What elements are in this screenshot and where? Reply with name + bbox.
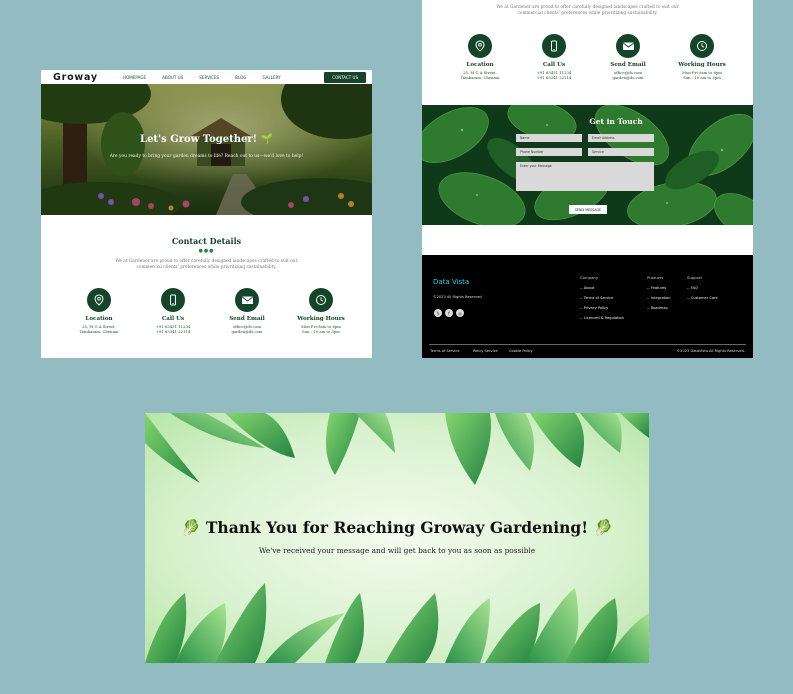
footer-link[interactable]: -- Privacy Policy (580, 306, 624, 310)
phone-icon (161, 288, 185, 312)
feature-email: Send Email office@ds.com garden@ds.com (594, 34, 662, 80)
footer-link[interactable]: -- Integration (647, 296, 671, 300)
contact-description: We at Gardener are proud to offer carefu… (496, 5, 679, 16)
top-nav: Groway HOMEPAGE ABOUT US SERVICES BLOG G… (41, 70, 372, 84)
nav-link-services[interactable]: SERVICES (199, 75, 219, 80)
contact-details-title: Contact Details (171, 236, 242, 246)
feature-line: Tambaram, Chennai (460, 75, 500, 80)
footer-col-heading: Support (687, 275, 703, 280)
nav-links: HOMEPAGE ABOUT US SERVICES BLOG GALLERY (123, 75, 324, 80)
feature-title: Location (85, 316, 113, 322)
feature-title: Call Us (161, 316, 185, 322)
feature-hours: Working Hours Mon-Fri:9am to 6pm Sun : 1… (668, 34, 736, 80)
feature-location: Location 25, M G A Street, Tambaram, Che… (446, 34, 514, 80)
nav-link-gallery[interactable]: GALLERY (262, 75, 280, 80)
email-field[interactable]: Email Address (588, 134, 654, 142)
contact-features: Location 25, M G A Street, Tambaram, Che… (65, 288, 355, 334)
phone-icon (542, 34, 566, 58)
feature-title: Working Hours (297, 316, 345, 322)
footer-col-heading: Products (647, 275, 664, 280)
feature-call: Call Us +91 65431 11234 +91 65341 22114 (520, 34, 588, 80)
contact-features: Location 25, M G A Street, Tambaram, Che… (446, 34, 736, 80)
footer-divider (429, 344, 746, 345)
phone-field[interactable]: Phone Number (516, 148, 582, 156)
thank-you-subtitle: We've received your message and will get… (258, 546, 536, 555)
clock-icon (309, 288, 333, 312)
watercolor-leaves-background (145, 413, 649, 663)
thank-you-title: 🥬 Thank You for Reaching Groway Gardenin… (181, 518, 613, 537)
feature-title: Send Email (610, 62, 646, 68)
location-pin-icon (468, 34, 492, 58)
feature-title: Send Email (229, 316, 265, 322)
contact-page-preview: Groway HOMEPAGE ABOUT US SERVICES BLOG G… (41, 70, 372, 358)
contact-description: We at Gardener are proud to offer carefu… (115, 259, 298, 270)
facebook-icon[interactable]: f (445, 309, 453, 317)
footer-col-company: Company -- About -- Terms of Service -- … (580, 275, 624, 326)
hero-title: Let's Grow Together! 🌱 (140, 134, 273, 145)
footer-col-products: Products -- Features -- Integration -- R… (647, 275, 671, 316)
location-pin-icon (87, 288, 111, 312)
form-page-preview: We at Gardener are proud to offer carefu… (422, 0, 753, 358)
footer-link[interactable]: -- FAQ (687, 286, 718, 290)
feature-line: +91 65341 22114 (155, 329, 191, 334)
footer: Data Vista ©2023 All Rights Reserved 𝕏 f… (422, 255, 753, 358)
divider-dots: ●●● (198, 248, 215, 254)
feature-title: Call Us (542, 62, 566, 68)
instagram-icon[interactable]: ◎ (456, 309, 464, 317)
get-in-touch-title: Get in Touch (589, 117, 643, 126)
footer-link[interactable]: -- About (580, 286, 624, 290)
footer-terms-link[interactable]: Terms of Service (430, 349, 460, 353)
footer-link[interactable]: -- Customer Care (687, 296, 718, 300)
footer-link[interactable]: -- Terms of Service (580, 296, 624, 300)
email-icon (235, 288, 259, 312)
feature-email: Send Email office@ds.com garden@ds.com (213, 288, 281, 334)
service-field[interactable]: Service (588, 148, 654, 156)
brand-logo[interactable]: Groway (53, 72, 123, 83)
nav-link-blog[interactable]: BLOG (235, 75, 246, 80)
clock-icon (690, 34, 714, 58)
feature-line: +91 65341 22114 (536, 75, 572, 80)
feature-line: Sun : 10 am to 3pm (683, 75, 721, 80)
nav-link-homepage[interactable]: HOMEPAGE (123, 75, 146, 80)
feature-line: Tambaram, Chennai (79, 329, 119, 334)
feature-line: Sun : 10 am to 3pm (302, 329, 340, 334)
feature-hours: Working Hours Mon-Fri:9am to 6pm Sun : 1… (287, 288, 355, 334)
footer-link[interactable]: -- Licenced & Regulation (580, 316, 624, 320)
footer-cookie-link[interactable]: Cookie Policy (509, 349, 533, 353)
footer-policy-link[interactable]: Policy Service (473, 349, 498, 353)
footer-col-support: Support -- FAQ -- Customer Care (687, 275, 718, 306)
feature-call: Call Us +91 65431 11234 +91 65341 22114 (139, 288, 207, 334)
footer-link[interactable]: -- Roadmap (647, 306, 671, 310)
nav-link-about-us[interactable]: ABOUT US (162, 75, 183, 80)
feature-line: garden@ds.com (231, 329, 263, 334)
send-message-button[interactable]: SEND MESSAGE (569, 205, 607, 214)
social-links: 𝕏 f ◎ (434, 309, 464, 317)
feature-title: Working Hours (678, 62, 726, 68)
name-field[interactable]: Name (516, 134, 582, 142)
contact-us-button[interactable]: CONTACT US (324, 71, 366, 83)
feature-line: garden@ds.com (612, 75, 644, 80)
hero-banner: Let's Grow Together! 🌱 Are you ready to … (41, 84, 372, 215)
garden-illustration (41, 84, 372, 215)
footer-copyright: ©2023 All Rights Reserved (433, 295, 482, 299)
thank-you-page-preview: 🥬 Thank You for Reaching Groway Gardenin… (145, 413, 649, 663)
feature-location: Location 25, M G A Street, Tambaram, Che… (65, 288, 133, 334)
feature-title: Location (466, 62, 494, 68)
message-field[interactable]: Enter your Message (516, 162, 654, 191)
email-icon (616, 34, 640, 58)
x-icon[interactable]: 𝕏 (434, 309, 442, 317)
footer-bottom-copyright: ©2023 DataVista All Rights Reserved. (676, 349, 745, 353)
footer-brand[interactable]: Data Vista (433, 278, 469, 286)
hero-subtitle: Are you ready to bring your garden dream… (109, 154, 304, 159)
footer-link[interactable]: -- Features (647, 286, 671, 290)
footer-col-heading: Company (580, 275, 599, 280)
